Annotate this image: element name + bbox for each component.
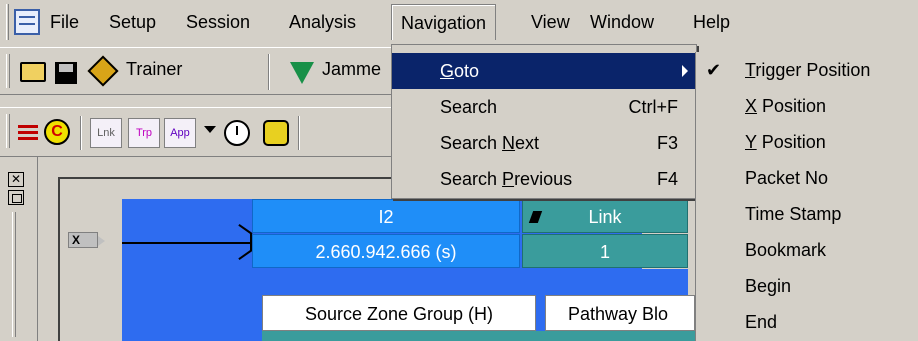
toolbar-grip[interactable]	[6, 114, 10, 148]
menu-file[interactable]: File	[50, 9, 79, 35]
submenu-x-position[interactable]: X Position	[696, 88, 918, 124]
trainer-icon[interactable]	[87, 55, 119, 87]
i2-cell[interactable]: I2	[252, 199, 520, 233]
goto-submenu: ✔ Trigger Position X Position Y Position…	[695, 52, 918, 341]
arrow-right-icon	[238, 233, 252, 251]
menu-bar: File Setup Session Analysis Navigation V…	[0, 0, 918, 44]
submenu-bookmark[interactable]: Bookmark	[696, 232, 918, 268]
menu-setup[interactable]: Setup	[109, 9, 156, 35]
jammer-button-label[interactable]: Jamme	[322, 59, 381, 80]
menu-item-goto[interactable]: Goto	[392, 53, 696, 89]
menu-item-search-previous[interactable]: Search Previous F4	[392, 161, 696, 197]
chevron-right-icon	[682, 65, 688, 77]
direction-arrow-line	[122, 242, 250, 244]
chevron-down-icon[interactable]	[204, 126, 216, 133]
x-marker-badge[interactable]: X	[68, 232, 105, 248]
clock-icon[interactable]	[224, 120, 250, 146]
menubar-grip[interactable]	[6, 4, 9, 40]
submenu-time-stamp[interactable]: Time Stamp	[696, 196, 918, 232]
link-filter-button[interactable]: Lnk	[90, 118, 122, 148]
capture-icon[interactable]	[18, 123, 38, 143]
transport-filter-button[interactable]: Trp	[128, 118, 160, 148]
menu-navigation[interactable]: Navigation	[391, 4, 497, 40]
source-zone-group-cell[interactable]: Source Zone Group (H)	[262, 295, 536, 331]
open-folder-icon[interactable]	[20, 62, 46, 82]
menu-item-search-next[interactable]: Search Next F3	[392, 125, 696, 161]
toolbar-separator	[80, 116, 82, 150]
link-cell-label: Link	[588, 207, 622, 227]
toolbar-separator	[298, 116, 300, 150]
close-icon[interactable]: ✕	[8, 172, 24, 187]
c-icon[interactable]: C	[44, 119, 70, 145]
menu-session[interactable]: Session	[186, 9, 250, 35]
trace-bottom-strip	[262, 331, 695, 341]
menu-help[interactable]: Help	[693, 9, 730, 35]
network-icon[interactable]	[263, 120, 289, 146]
docked-rail: ✕	[0, 157, 38, 341]
navigation-dropdown: Goto Search Ctrl+F Search Next F3 Search…	[391, 44, 697, 199]
menu-view[interactable]: View	[531, 9, 570, 35]
menu-analysis[interactable]: Analysis	[289, 9, 356, 35]
submenu-end[interactable]: End	[696, 304, 918, 340]
pathway-block-cell[interactable]: Pathway Blo	[545, 295, 695, 331]
jammer-icon[interactable]	[290, 62, 314, 84]
app-icon[interactable]	[14, 9, 40, 35]
link-icon	[528, 211, 543, 223]
save-icon[interactable]	[55, 62, 77, 84]
link-count-cell[interactable]: 1	[522, 234, 688, 268]
submenu-y-position[interactable]: Y Position	[696, 124, 918, 160]
menu-item-search[interactable]: Search Ctrl+F	[392, 89, 696, 125]
submenu-packet-no[interactable]: Packet No	[696, 160, 918, 196]
link-cell[interactable]: Link	[522, 199, 688, 233]
restore-icon[interactable]	[8, 190, 24, 205]
trainer-button-label[interactable]: Trainer	[126, 59, 182, 80]
toolbar-grip[interactable]	[6, 54, 10, 88]
filter-toolbar: C Lnk Trp App	[0, 107, 420, 157]
timestamp-cell[interactable]: 2.660.942.666 (s)	[252, 234, 520, 268]
toolbar-separator	[268, 54, 270, 90]
submenu-begin[interactable]: Begin	[696, 268, 918, 304]
main-toolbar: Trainer Jamme	[0, 47, 420, 95]
check-icon: ✔	[706, 60, 722, 80]
application-filter-button[interactable]: App	[164, 118, 196, 148]
rail-grip[interactable]	[12, 212, 16, 337]
menu-window[interactable]: Window	[590, 9, 654, 35]
submenu-trigger-position[interactable]: ✔ Trigger Position	[696, 52, 918, 88]
